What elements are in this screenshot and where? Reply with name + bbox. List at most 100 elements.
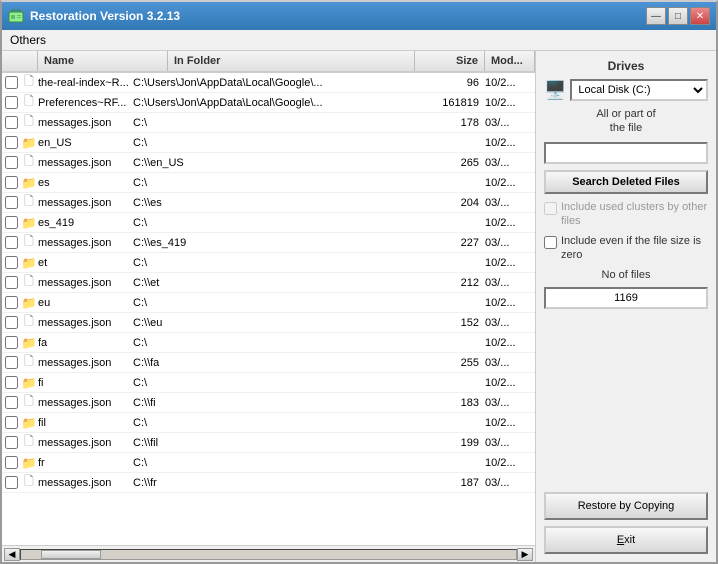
table-row[interactable]: 📁 es C:\ 10/2... bbox=[2, 173, 535, 193]
table-row[interactable]: 🗋 Preferences~RF... C:\Users\Jon\AppData… bbox=[2, 93, 535, 113]
row-folder: C:\ bbox=[133, 337, 415, 349]
include-used-clusters-checkbox[interactable] bbox=[544, 202, 557, 215]
table-row[interactable]: 🗋 the-real-index~R... C:\Users\Jon\AppDa… bbox=[2, 73, 535, 93]
row-folder: C:\\eu bbox=[133, 317, 415, 329]
row-checkbox[interactable] bbox=[5, 76, 18, 89]
row-checkbox[interactable] bbox=[5, 336, 18, 349]
row-checkbox[interactable] bbox=[5, 276, 18, 289]
row-checkbox-cell[interactable] bbox=[2, 96, 20, 109]
table-row[interactable]: 🗋 messages.json C:\ 178 03/... bbox=[2, 113, 535, 133]
scrollbar-thumb[interactable] bbox=[41, 550, 101, 559]
row-checkbox-cell[interactable] bbox=[2, 396, 20, 409]
row-type-icon: 📁 bbox=[20, 415, 38, 431]
col-header-mod[interactable]: Mod... bbox=[485, 51, 535, 71]
exit-button[interactable]: Exit bbox=[544, 526, 708, 554]
minimize-button[interactable]: — bbox=[646, 7, 666, 25]
table-row[interactable]: 📁 eu C:\ 10/2... bbox=[2, 293, 535, 313]
row-type-icon: 🗋 bbox=[20, 275, 38, 291]
row-checkbox[interactable] bbox=[5, 136, 18, 149]
scrollbar-track[interactable] bbox=[20, 549, 517, 560]
row-checkbox[interactable] bbox=[5, 376, 18, 389]
include-zero-size-checkbox[interactable] bbox=[544, 236, 557, 249]
table-row[interactable]: 📁 es_419 C:\ 10/2... bbox=[2, 213, 535, 233]
row-checkbox[interactable] bbox=[5, 396, 18, 409]
table-row[interactable]: 📁 fr C:\ 10/2... bbox=[2, 453, 535, 473]
table-row[interactable]: 🗋 messages.json C:\\en_US 265 03/... bbox=[2, 153, 535, 173]
main-content: Name In Folder Size Mod... 🗋 the-real-in… bbox=[2, 51, 716, 562]
row-checkbox[interactable] bbox=[5, 316, 18, 329]
file-table-body[interactable]: 🗋 the-real-index~R... C:\Users\Jon\AppDa… bbox=[2, 73, 535, 545]
row-checkbox[interactable] bbox=[5, 156, 18, 169]
row-checkbox[interactable] bbox=[5, 296, 18, 309]
table-row[interactable]: 🗋 messages.json C:\\eu 152 03/... bbox=[2, 313, 535, 333]
row-checkbox-cell[interactable] bbox=[2, 176, 20, 189]
row-checkbox[interactable] bbox=[5, 176, 18, 189]
row-size: 212 bbox=[415, 277, 485, 289]
row-name: en_US bbox=[38, 137, 133, 149]
row-checkbox[interactable] bbox=[5, 236, 18, 249]
row-checkbox-cell[interactable] bbox=[2, 356, 20, 369]
row-checkbox-cell[interactable] bbox=[2, 216, 20, 229]
row-name: messages.json bbox=[38, 317, 133, 329]
row-checkbox[interactable] bbox=[5, 476, 18, 489]
close-button[interactable]: ✕ bbox=[690, 7, 710, 25]
row-checkbox-cell[interactable] bbox=[2, 416, 20, 429]
row-checkbox-cell[interactable] bbox=[2, 256, 20, 269]
search-deleted-files-button[interactable]: Search Deleted Files bbox=[544, 170, 708, 194]
row-checkbox-cell[interactable] bbox=[2, 116, 20, 129]
drive-dropdown[interactable]: Local Disk (C:) bbox=[570, 79, 708, 101]
menu-others[interactable]: Others bbox=[10, 33, 46, 47]
table-row[interactable]: 🗋 messages.json C:\\fa 255 03/... bbox=[2, 353, 535, 373]
row-checkbox-cell[interactable] bbox=[2, 76, 20, 89]
row-checkbox-cell[interactable] bbox=[2, 336, 20, 349]
row-name: messages.json bbox=[38, 277, 133, 289]
horizontal-scrollbar[interactable]: ◀ ▶ bbox=[2, 545, 535, 562]
row-checkbox-cell[interactable] bbox=[2, 456, 20, 469]
row-checkbox[interactable] bbox=[5, 216, 18, 229]
maximize-button[interactable]: □ bbox=[668, 7, 688, 25]
row-checkbox-cell[interactable] bbox=[2, 436, 20, 449]
col-header-size[interactable]: Size bbox=[415, 51, 485, 71]
row-checkbox[interactable] bbox=[5, 116, 18, 129]
right-panel: Drives 🖥️ Local Disk (C:) All or part of… bbox=[536, 51, 716, 562]
table-row[interactable]: 🗋 messages.json C:\\fil 199 03/... bbox=[2, 433, 535, 453]
row-checkbox-cell[interactable] bbox=[2, 476, 20, 489]
row-folder: C:\ bbox=[133, 257, 415, 269]
table-row[interactable]: 📁 et C:\ 10/2... bbox=[2, 253, 535, 273]
row-checkbox[interactable] bbox=[5, 356, 18, 369]
row-checkbox-cell[interactable] bbox=[2, 196, 20, 209]
table-row[interactable]: 📁 fa C:\ 10/2... bbox=[2, 333, 535, 353]
table-row[interactable]: 🗋 messages.json C:\\et 212 03/... bbox=[2, 273, 535, 293]
col-header-name[interactable]: Name bbox=[38, 51, 168, 71]
col-header-folder[interactable]: In Folder bbox=[168, 51, 415, 71]
table-row[interactable]: 🗋 messages.json C:\\fr 187 03/... bbox=[2, 473, 535, 493]
row-checkbox-cell[interactable] bbox=[2, 296, 20, 309]
table-row[interactable]: 📁 fi C:\ 10/2... bbox=[2, 373, 535, 393]
row-mod: 10/2... bbox=[485, 457, 535, 469]
row-mod: 10/2... bbox=[485, 297, 535, 309]
table-row[interactable]: 🗋 messages.json C:\\es_419 227 03/... bbox=[2, 233, 535, 253]
table-row[interactable]: 🗋 messages.json C:\\fi 183 03/... bbox=[2, 393, 535, 413]
row-checkbox[interactable] bbox=[5, 456, 18, 469]
row-checkbox-cell[interactable] bbox=[2, 276, 20, 289]
row-checkbox[interactable] bbox=[5, 436, 18, 449]
row-checkbox[interactable] bbox=[5, 196, 18, 209]
row-type-icon: 🗋 bbox=[20, 355, 38, 371]
restore-by-copying-button[interactable]: Restore by Copying bbox=[544, 492, 708, 520]
table-row[interactable]: 📁 fil C:\ 10/2... bbox=[2, 413, 535, 433]
row-checkbox[interactable] bbox=[5, 96, 18, 109]
row-mod: 10/2... bbox=[485, 217, 535, 229]
row-folder: C:\Users\Jon\AppData\Local\Google\... bbox=[133, 77, 415, 89]
row-checkbox-cell[interactable] bbox=[2, 236, 20, 249]
row-folder: C:\ bbox=[133, 117, 415, 129]
row-checkbox-cell[interactable] bbox=[2, 136, 20, 149]
row-checkbox-cell[interactable] bbox=[2, 376, 20, 389]
table-row[interactable]: 🗋 messages.json C:\\es 204 03/... bbox=[2, 193, 535, 213]
file-search-input[interactable] bbox=[544, 142, 708, 164]
file-list-panel: Name In Folder Size Mod... 🗋 the-real-in… bbox=[2, 51, 536, 562]
row-checkbox[interactable] bbox=[5, 256, 18, 269]
row-checkbox-cell[interactable] bbox=[2, 316, 20, 329]
table-row[interactable]: 📁 en_US C:\ 10/2... bbox=[2, 133, 535, 153]
row-checkbox-cell[interactable] bbox=[2, 156, 20, 169]
row-checkbox[interactable] bbox=[5, 416, 18, 429]
